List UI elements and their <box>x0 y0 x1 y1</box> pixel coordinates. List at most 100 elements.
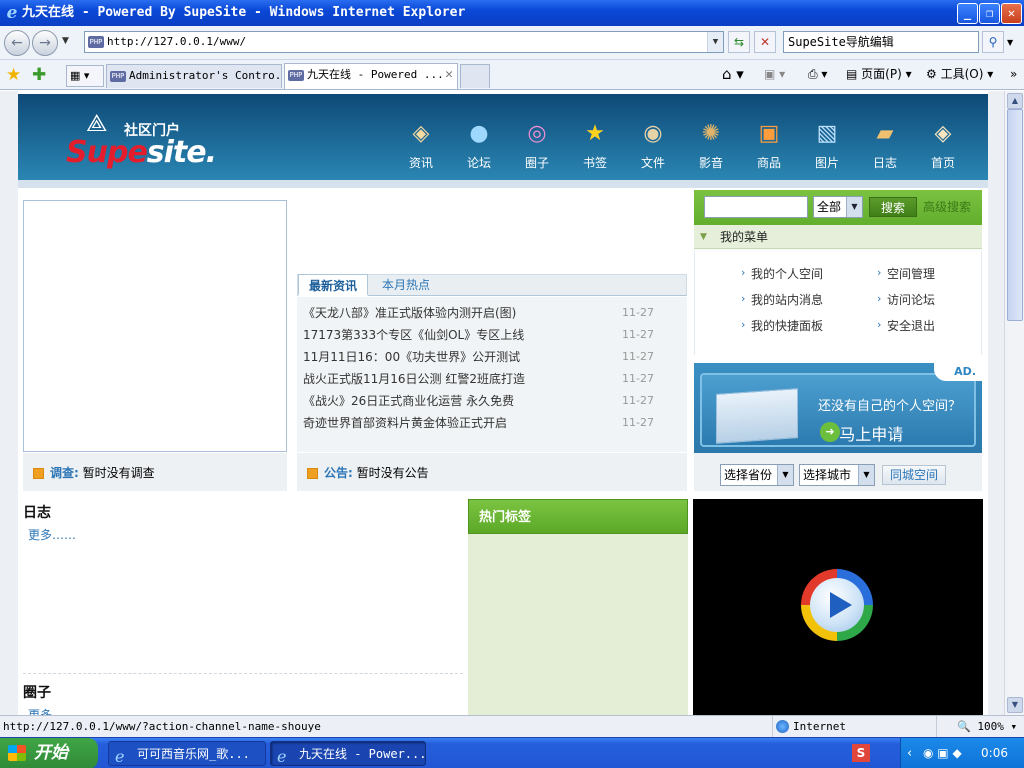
address-bar[interactable]: PHP http://127.0.0.1/www/ ▼ <box>84 31 724 53</box>
search-scope-select[interactable]: 全部 ▼ <box>813 196 863 218</box>
site-page: ⟁ 社区门户 Supesite. ◈ 资讯 ● 论坛 ◎ 圈子 ★ 书签 ◉ 文件 ✺ 影音… <box>18 91 988 715</box>
close-button[interactable]: ✕ <box>1001 3 1022 24</box>
search-options-icon[interactable]: ▼ <box>1007 38 1013 47</box>
news-item[interactable]: 11月11日16：00《功夫世界》公开测试 11-27 <box>303 346 683 368</box>
vertical-scrollbar[interactable]: ▲ ▼ <box>1004 91 1024 715</box>
file-icon: ◉ <box>643 121 663 146</box>
arrow-right-icon: ➜ <box>820 422 840 442</box>
home-icon[interactable]: ⌂ ▾ <box>722 63 744 85</box>
news-tabs: 最新资讯 本月热点 <box>297 274 687 296</box>
nav-label: 资讯 <box>408 156 433 170</box>
nav-blog[interactable]: ▰ 日志 <box>856 120 914 171</box>
ad-cta[interactable]: ➜ 马上申请 <box>820 421 903 445</box>
menu-link[interactable]: 访问论坛 <box>877 291 935 308</box>
province-select[interactable]: 选择省份 ▼ <box>720 464 794 486</box>
nav-circle[interactable]: ◎ 圈子 <box>508 120 566 171</box>
tray-icons[interactable]: ◉ ▣ ◆ <box>923 738 962 768</box>
home-icon: ◈ <box>934 121 952 146</box>
taskbar-item-music[interactable]: e 可可西音乐网_歌... <box>108 741 266 766</box>
space-ad-banner[interactable]: 还没有自己的个人空间？ ➜ 马上申请 AD. <box>694 363 982 453</box>
nav-forum[interactable]: ● 论坛 <box>450 120 508 171</box>
news-box: 最新资讯 本月热点 《天龙八部》准正式版体验内测开启(图) 11-27 17173… <box>297 274 687 452</box>
scroll-thumb[interactable] <box>1007 109 1023 321</box>
news-item[interactable]: 《天龙八部》准正式版体验内测开启(图) 11-27 <box>303 302 683 324</box>
tray-expand-icon[interactable]: ‹ <box>907 738 912 768</box>
group-title: 圈子 <box>23 685 51 701</box>
city-bar: 选择省份 ▼ 选择城市 ▼ 同城空间 <box>694 453 982 491</box>
news-item[interactable]: 《战火》26日正式商业化运营 永久免费 11-27 <box>303 390 683 412</box>
nav-home[interactable]: ◈ 首页 <box>914 120 972 171</box>
group-more-link[interactable]: 更多…… <box>28 706 76 715</box>
survey-text: 暂时没有调查 <box>82 466 155 480</box>
quick-tabs-button[interactable]: ▦ ▾ <box>66 65 104 87</box>
tab-jiutian[interactable]: PHP 九天在线 - Powered ... ✕ <box>284 63 458 89</box>
tools-menu[interactable]: ⚙ 工具(O) ▾ <box>926 63 993 85</box>
menu-link[interactable]: 我的站内消息 <box>741 291 823 308</box>
supesite-logo[interactable]: ⟁ 社区门户 Supesite. <box>66 110 217 170</box>
favorites-star-icon[interactable]: ★ <box>6 65 21 85</box>
feeds-icon[interactable]: ▣ ▾ <box>764 63 785 85</box>
page-menu[interactable]: ▤ 页面(P) ▾ <box>846 63 912 85</box>
site-search-button[interactable]: 搜索 <box>869 197 917 217</box>
media-icon: ✺ <box>701 121 721 146</box>
clock: 0:06 <box>981 746 1008 760</box>
scroll-up-icon[interactable]: ▲ <box>1007 93 1023 109</box>
blog-more-link[interactable]: 更多…… <box>28 526 76 543</box>
tab-monthly-hot[interactable]: 本月热点 <box>372 274 440 296</box>
menu-link[interactable]: 我的个人空间 <box>741 265 823 282</box>
my-menu-body: 我的个人空间 空间管理 我的站内消息 访问论坛 我的快捷面板 安全退出 <box>694 251 982 355</box>
more-commands-icon[interactable]: » <box>1010 63 1017 85</box>
new-tab-button[interactable] <box>460 64 490 88</box>
news-item[interactable]: 战火正式版11月16日公测 红警2班底打造 11-27 <box>303 368 683 390</box>
security-zone[interactable]: Internet <box>772 716 932 738</box>
ie-icon: e <box>6 3 18 23</box>
history-dropdown-icon[interactable]: ▼ <box>62 36 69 46</box>
media-player-play-icon[interactable] <box>801 569 873 641</box>
window-titlebar[interactable]: e 九天在线 - Powered By SupeSite - Windows I… <box>0 0 1024 26</box>
print-icon[interactable]: ⎙ ▾ <box>808 63 827 85</box>
news-item[interactable]: 17173第333个专区《仙剑OL》专区上线 11-27 <box>303 324 683 346</box>
my-menu-header[interactable]: ▼ 我的菜单 <box>694 225 982 249</box>
back-button[interactable]: ← <box>4 30 30 56</box>
news-item[interactable]: 奇迹世界首部资料片黄金体验正式开启 11-27 <box>303 412 683 434</box>
address-text: http://127.0.0.1/www/ <box>107 35 247 48</box>
tab-latest-news[interactable]: 最新资讯 <box>298 274 369 296</box>
nav-media[interactable]: ✺ 影音 <box>682 120 740 171</box>
stop-button[interactable]: ✕ <box>754 31 776 53</box>
menu-link[interactable]: 我的快捷面板 <box>741 317 823 334</box>
refresh-button[interactable]: ⇆ <box>728 31 750 53</box>
search-input[interactable]: SupeSite导航编辑 <box>783 31 979 53</box>
taskbar-item-jiutian[interactable]: e 九天在线 - Power... <box>270 741 426 766</box>
search-icon[interactable]: ⚲ <box>982 31 1004 53</box>
status-bar: http://127.0.0.1/www/?action-channel-nam… <box>0 715 1024 738</box>
nav-news[interactable]: ◈ 资讯 <box>392 120 450 171</box>
menu-link[interactable]: 安全退出 <box>877 317 935 334</box>
address-dropdown-icon[interactable]: ▼ <box>707 32 723 52</box>
zoom-control[interactable]: 🔍 100% ▾ <box>936 716 1024 738</box>
circle-icon: ◎ <box>527 121 547 146</box>
nav-label: 书签 <box>582 156 607 170</box>
ie-icon: e <box>115 747 125 766</box>
close-tab-icon[interactable]: ✕ <box>445 64 453 86</box>
scroll-down-icon[interactable]: ▼ <box>1007 697 1023 713</box>
start-button[interactable]: 开始 <box>0 738 98 768</box>
add-favorites-icon[interactable]: ✚ <box>32 65 46 85</box>
nav-file[interactable]: ◉ 文件 <box>624 120 682 171</box>
nav-picture[interactable]: ▧ 图片 <box>798 120 856 171</box>
video-player[interactable] <box>693 499 983 715</box>
tab-admin-control[interactable]: PHP Administrator's Contro... <box>106 64 282 88</box>
menu-link[interactable]: 空间管理 <box>877 265 935 282</box>
site-search-input[interactable] <box>704 196 808 218</box>
nav-bookmark[interactable]: ★ 书签 <box>566 120 624 171</box>
minimize-button[interactable]: _ <box>957 3 978 24</box>
focus-image-box[interactable] <box>23 200 287 452</box>
city-space-button[interactable]: 同城空间 <box>882 465 946 485</box>
nav-label: 文件 <box>640 156 665 170</box>
bullet-icon <box>33 468 44 479</box>
restore-button[interactable]: ❐ <box>979 3 1000 24</box>
nav-goods[interactable]: ▣ 商品 <box>740 120 798 171</box>
forward-button[interactable]: → <box>32 30 58 56</box>
advanced-search-link[interactable]: 高级搜索 <box>923 197 971 217</box>
input-method-icon[interactable]: S <box>852 744 870 762</box>
city-select[interactable]: 选择城市 ▼ <box>799 464 875 486</box>
